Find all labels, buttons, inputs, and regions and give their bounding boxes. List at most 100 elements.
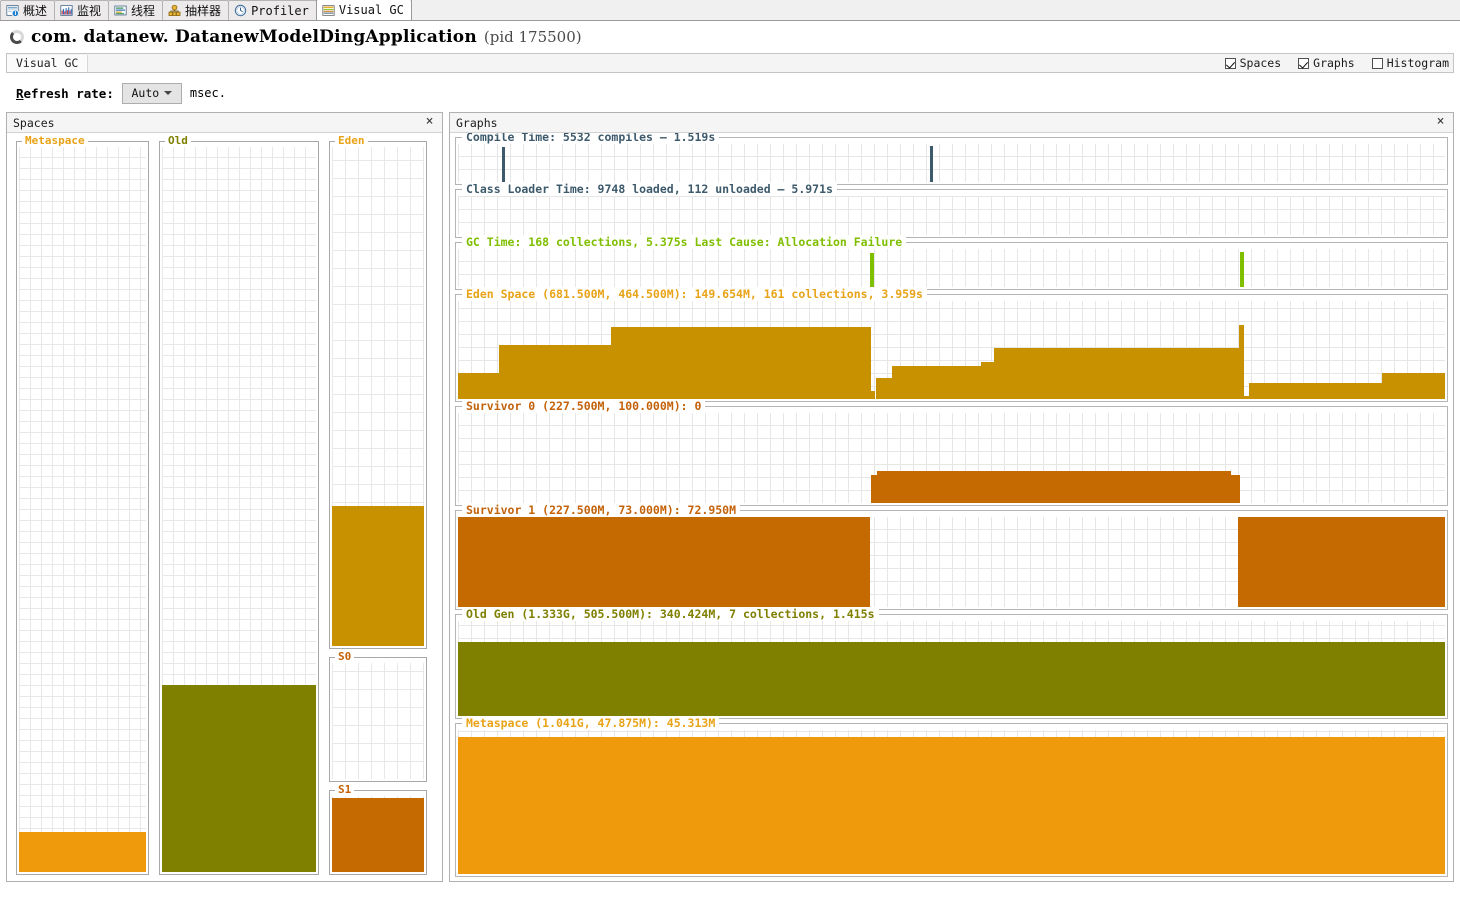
graph-class-loader-time-plot: [458, 196, 1445, 235]
graph-metaspace-plot: [458, 730, 1445, 874]
chart-segment: [1381, 372, 1445, 399]
chart-segment: [458, 737, 1445, 874]
toggle-histogram-label: Histogram: [1386, 56, 1449, 70]
graph-survivor-0[interactable]: Survivor 0 (227.500M, 100.000M): 0: [455, 400, 1448, 506]
toggle-spaces-label: Spaces: [1239, 56, 1282, 70]
space-column-young: Eden S0 S1: [329, 135, 427, 875]
close-icon[interactable]: ×: [1434, 115, 1447, 128]
view-toggles: Spaces Graphs Histogram: [1224, 54, 1449, 72]
graph-compile-time[interactable]: Compile Time: 5532 compiles – 1.519s: [455, 133, 1448, 185]
space-old-label: Old: [165, 135, 191, 146]
space-column-old: Old: [159, 135, 319, 875]
spaces-panel-header: Spaces ×: [7, 113, 442, 133]
graph-survivor-0-title: Survivor 0 (227.500M, 100.000M): 0: [462, 400, 706, 412]
refresh-rate-label-text: efresh rate:: [23, 85, 114, 101]
graph-eden-space-title: Eden Space (681.500M, 464.500M): 149.654…: [462, 288, 927, 300]
space-metaspace[interactable]: Metaspace: [16, 135, 149, 875]
close-icon[interactable]: ×: [423, 115, 436, 128]
chart-spike: [502, 147, 506, 182]
chevron-down-icon: [164, 91, 173, 95]
graph-class-loader-time-area: [458, 196, 1445, 235]
space-s1-label: S1: [335, 784, 355, 795]
tab-overview-label: 概述: [23, 4, 48, 18]
space-s1[interactable]: S1: [329, 784, 427, 875]
tab-monitor[interactable]: 监视: [54, 0, 110, 20]
monitor-icon: [60, 5, 73, 16]
space-eden-fill: [332, 506, 424, 646]
refresh-rate-row: Refresh rate: Auto msec.: [0, 73, 1460, 112]
space-s0[interactable]: S0: [329, 651, 427, 782]
chart-segment: [1238, 324, 1244, 399]
space-metaspace-fill: [19, 832, 146, 872]
spaces-checkbox-icon[interactable]: [1224, 57, 1236, 69]
refresh-rate-label: Refresh rate:: [16, 86, 114, 101]
graph-class-loader-time-title: Class Loader Time: 9748 loaded, 112 unlo…: [462, 183, 837, 195]
graph-eden-space[interactable]: Eden Space (681.500M, 464.500M): 149.654…: [455, 288, 1448, 402]
graphs-panel-header: Graphs ×: [450, 113, 1453, 133]
chart-segment: [1248, 383, 1382, 399]
space-s1-fill: [332, 798, 424, 872]
space-eden-plot: [332, 147, 424, 646]
graph-eden-space-plot: [458, 301, 1445, 399]
chart-spike: [869, 252, 874, 287]
subtab-visual-gc[interactable]: Visual GC: [7, 54, 89, 72]
space-s1-plot: [332, 796, 424, 872]
refresh-rate-select[interactable]: Auto: [121, 82, 182, 104]
tab-overview[interactable]: 概述: [0, 0, 56, 20]
chart-segment: [458, 517, 870, 607]
toggle-graphs[interactable]: Graphs: [1298, 56, 1355, 70]
tab-profiler-label: Profiler: [251, 3, 309, 18]
application-title-bar: com. datanew. DatanewModelDingApplicatio…: [0, 21, 1460, 53]
graph-gc-time-area: [458, 249, 1445, 287]
tab-sampler[interactable]: 抽样器: [162, 0, 230, 20]
graph-survivor-1-plot: [458, 517, 1445, 607]
toggle-spaces[interactable]: Spaces: [1224, 56, 1282, 70]
space-s0-label: S0: [335, 651, 355, 662]
graph-survivor-0-area: [458, 413, 1445, 503]
space-old[interactable]: Old: [159, 135, 319, 875]
graph-compile-time-area: [458, 144, 1445, 182]
graph-gc-time-title: GC Time: 168 collections, 5.375s Last Ca…: [462, 236, 907, 248]
tab-visual-gc[interactable]: Visual GC: [315, 0, 412, 20]
spaces-columns: Metaspace Old Eden S0 S1: [7, 133, 442, 881]
graph-survivor-1[interactable]: Survivor 1 (227.500M, 73.000M): 72.950M: [455, 504, 1448, 610]
graph-old-gen-title: Old Gen (1.333G, 505.500M): 340.424M, 7 …: [462, 608, 879, 620]
main-content: Spaces × Metaspace Old Eden S0 S1 Graphs…: [0, 112, 1460, 888]
tab-sampler-label: 抽样器: [185, 4, 222, 18]
spaces-panel-title: Spaces: [13, 115, 55, 130]
graph-gc-time[interactable]: GC Time: 168 collections, 5.375s Last Ca…: [455, 236, 1448, 290]
histogram-checkbox-icon[interactable]: [1371, 57, 1383, 69]
chart-segment: [499, 345, 611, 399]
page-title: com. datanew. DatanewModelDingApplicatio…: [31, 27, 477, 47]
space-eden-label: Eden: [335, 135, 368, 146]
tab-threads[interactable]: 线程: [108, 0, 164, 20]
graph-metaspace[interactable]: Metaspace (1.041G, 47.875M): 45.313M: [455, 717, 1448, 877]
chart-segment: [892, 365, 982, 399]
threads-icon: [114, 5, 127, 16]
loading-spinner-icon: [10, 30, 24, 44]
graph-class-loader-time[interactable]: Class Loader Time: 9748 loaded, 112 unlo…: [455, 183, 1448, 238]
chart-segment: [875, 378, 893, 399]
tab-visual-gc-label: Visual GC: [338, 3, 404, 17]
graph-list: Compile Time: 5532 compiles – 1.519s Cla…: [450, 133, 1453, 881]
graph-survivor-0-plot: [458, 413, 1445, 503]
chart-segment: [981, 361, 994, 399]
graph-eden-space-area: [458, 301, 1445, 399]
space-eden[interactable]: Eden: [329, 135, 427, 649]
sampler-icon: [168, 4, 181, 16]
space-old-plot: [162, 147, 316, 872]
tab-profiler[interactable]: Profiler: [228, 0, 317, 20]
space-column-metaspace: Metaspace: [16, 135, 149, 875]
spaces-panel: Spaces × Metaspace Old Eden S0 S1: [6, 112, 443, 882]
chart-segment: [610, 327, 871, 399]
space-old-fill: [162, 684, 316, 872]
toggle-histogram[interactable]: Histogram: [1371, 56, 1449, 70]
tab-threads-label: 线程: [131, 4, 156, 18]
chart-segment: [993, 348, 1239, 399]
overview-icon: [6, 5, 19, 17]
chart-segment: [1237, 517, 1445, 607]
spaces-panel-body: Metaspace Old Eden S0 S1: [7, 133, 442, 881]
graph-old-gen[interactable]: Old Gen (1.333G, 505.500M): 340.424M, 7 …: [455, 608, 1448, 719]
graph-metaspace-title: Metaspace (1.041G, 47.875M): 45.313M: [462, 717, 720, 729]
graphs-checkbox-icon[interactable]: [1298, 57, 1310, 69]
